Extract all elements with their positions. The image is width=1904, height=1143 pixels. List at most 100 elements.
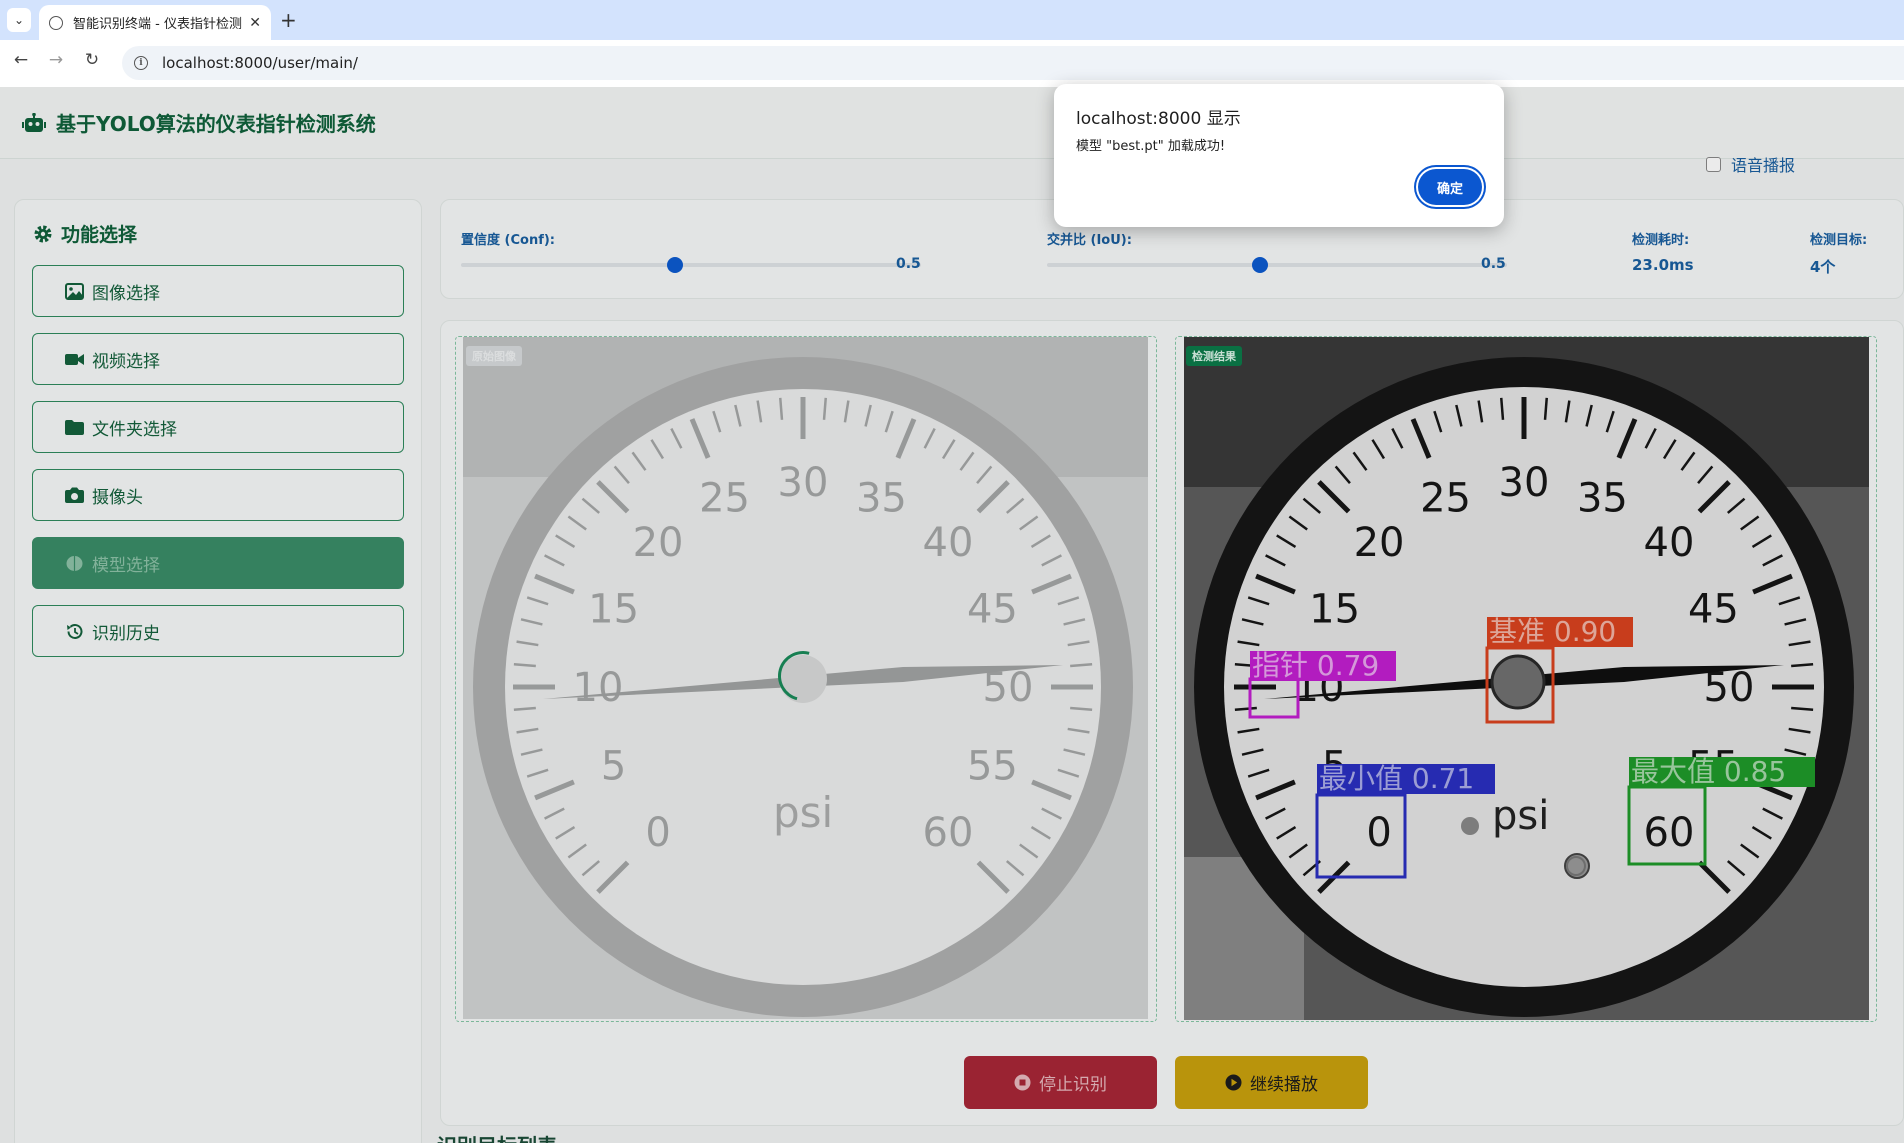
gauge-tick <box>1234 706 1257 711</box>
conf-value: 0.5 <box>896 256 921 272</box>
sidebar-item-label: 模型选择 <box>92 555 160 576</box>
detection-label-reference: 基准 0.90 <box>1489 615 1616 648</box>
robot-icon <box>22 112 46 132</box>
gauge-number: 5 <box>601 743 626 789</box>
result-image: 051015202530354045505560 psi 指针 0.79 基准 … <box>1184 337 1869 1020</box>
gauge-number: 25 <box>699 476 750 522</box>
voice-toggle[interactable]: 语音播报 <box>1706 152 1795 176</box>
new-tab-button[interactable]: + <box>280 8 297 32</box>
time-label: 检测耗时: <box>1632 233 1690 248</box>
sidebar-item-label: 识别历史 <box>92 623 160 644</box>
image-icon <box>65 282 84 300</box>
url-text[interactable]: localhost:8000/user/main/ <box>162 54 358 72</box>
iou-label: 交并比 (IoU): <box>1047 233 1132 248</box>
targets-label: 检测目标: <box>1810 233 1868 248</box>
page-title: 基于YOLO算法的仪表指针检测系统 <box>56 112 376 136</box>
target-list-title: 识别目标列表 <box>437 1130 557 1143</box>
site-info-icon[interactable]: i <box>134 56 148 70</box>
forward-arrow-icon[interactable]: → <box>45 50 67 70</box>
gauge-number: 40 <box>1644 520 1695 566</box>
stop-circle-icon <box>1014 1074 1031 1091</box>
result-badge: 检测结果 <box>1186 346 1242 366</box>
camera-icon <box>65 487 84 503</box>
gauge-number: 20 <box>1354 520 1405 566</box>
browser-toolbar: ← → ↻ i localhost:8000/user/main/ <box>0 40 1904 87</box>
detection-label-pointer: 指针 0.79 <box>1252 649 1379 682</box>
sidebar-item-folder[interactable]: 文件夹选择 <box>32 401 404 453</box>
gauge-number: 35 <box>1577 476 1628 522</box>
gauge-unit: psi <box>773 788 833 837</box>
dialog-title: localhost:8000 显示 <box>1076 109 1241 129</box>
brain-icon <box>66 555 83 571</box>
gauge-tick <box>822 397 827 420</box>
sidebar-item-label: 视频选择 <box>92 351 160 372</box>
sidebar-item-model[interactable]: 模型选择 <box>32 537 404 589</box>
conf-slider-track[interactable] <box>461 263 921 267</box>
targets-value: 4个 <box>1810 258 1836 276</box>
original-badge: 原始图像 <box>466 346 522 366</box>
app-header: 基于YOLO算法的仪表指针检测系统 <box>0 87 1904 159</box>
gauge-number: 30 <box>1499 460 1550 506</box>
gauge-tick <box>1500 397 1505 420</box>
sidebar-item-image[interactable]: 图像选择 <box>32 265 404 317</box>
sidebar: 功能选择 图像选择 视频选择 文件夹选择 摄像头 模型选择 识别历史 <box>14 199 422 1143</box>
gauge-tick <box>513 663 536 668</box>
sidebar-item-video[interactable]: 视频选择 <box>32 333 404 385</box>
gauge-number: 10 <box>573 665 624 711</box>
dialog-message: 模型 "best.pt" 加载成功! <box>1076 139 1226 154</box>
voice-checkbox[interactable] <box>1706 156 1721 172</box>
gauge-number: 15 <box>1309 587 1360 633</box>
gauge-number: 55 <box>967 743 1018 789</box>
gauge-tick <box>1070 706 1093 711</box>
gauge-number: 0 <box>645 810 670 856</box>
play-label: 继续播放 <box>1250 1075 1318 1095</box>
browser-tab[interactable]: 智能识别终端 - 仪表指针检测系统 ✕ <box>39 5 271 40</box>
tab-search-chevron-icon[interactable]: ⌄ <box>7 8 31 32</box>
iou-slider-track[interactable] <box>1047 263 1507 267</box>
address-bar[interactable]: i localhost:8000/user/main/ <box>122 46 1904 80</box>
detection-label-max: 最大值 0.85 <box>1631 755 1786 788</box>
continue-play-button[interactable]: 继续播放 <box>1175 1056 1368 1109</box>
stop-detection-button[interactable]: 停止识别 <box>964 1056 1157 1109</box>
gauge-number: 60 <box>923 810 974 856</box>
result-gauge-image: 051015202530354045505560 psi 指针 0.79 基准 … <box>1184 337 1869 1020</box>
video-camera-icon <box>65 353 84 365</box>
detection-label-min: 最小值 0.71 <box>1319 762 1474 795</box>
back-arrow-icon[interactable]: ← <box>10 50 32 70</box>
globe-icon <box>49 15 63 30</box>
sidebar-item-label: 文件夹选择 <box>92 419 177 440</box>
gauge-number: 45 <box>967 587 1018 633</box>
folder-icon <box>65 419 84 435</box>
close-icon[interactable]: ✕ <box>249 15 261 31</box>
sidebar-item-label: 图像选择 <box>92 283 160 304</box>
gauge-tick <box>1543 397 1548 420</box>
sidebar-item-label: 摄像头 <box>92 487 143 508</box>
reload-icon[interactable]: ↻ <box>81 50 103 70</box>
browser-tab-bar: ⌄ 智能识别终端 - 仪表指针检测系统 ✕ + <box>0 0 1904 40</box>
gauge-tick <box>1070 663 1093 668</box>
voice-label: 语音播报 <box>1731 156 1796 175</box>
gauge-number: 60 <box>1644 810 1695 856</box>
sidebar-item-camera[interactable]: 摄像头 <box>32 469 404 521</box>
gauge-number: 40 <box>923 520 974 566</box>
stop-label: 停止识别 <box>1039 1075 1107 1095</box>
gauge-tick <box>779 397 784 420</box>
iou-slider-thumb[interactable] <box>1252 257 1268 273</box>
sidebar-item-history[interactable]: 识别历史 <box>32 605 404 657</box>
gauge-tick <box>513 706 536 711</box>
gauge-number: 15 <box>588 587 639 633</box>
gauge-number: 20 <box>633 520 684 566</box>
gauge-number: 30 <box>778 460 829 506</box>
iou-value: 0.5 <box>1481 256 1506 272</box>
conf-label: 置信度 (Conf): <box>461 233 555 248</box>
gauge-number: 25 <box>1420 476 1471 522</box>
time-value: 23.0ms <box>1632 256 1694 274</box>
conf-slider-thumb[interactable] <box>667 257 683 273</box>
gear-icon <box>34 225 52 242</box>
alert-dialog: localhost:8000 显示 模型 "best.pt" 加载成功! 确定 <box>1054 84 1504 227</box>
sidebar-title: 功能选择 <box>61 224 138 246</box>
dialog-ok-button[interactable]: 确定 <box>1418 169 1482 205</box>
gauge-unit: psi <box>1492 793 1549 839</box>
sidebar-heading: 功能选择 <box>33 220 137 247</box>
tab-title: 智能识别终端 - 仪表指针检测系统 <box>73 17 243 32</box>
